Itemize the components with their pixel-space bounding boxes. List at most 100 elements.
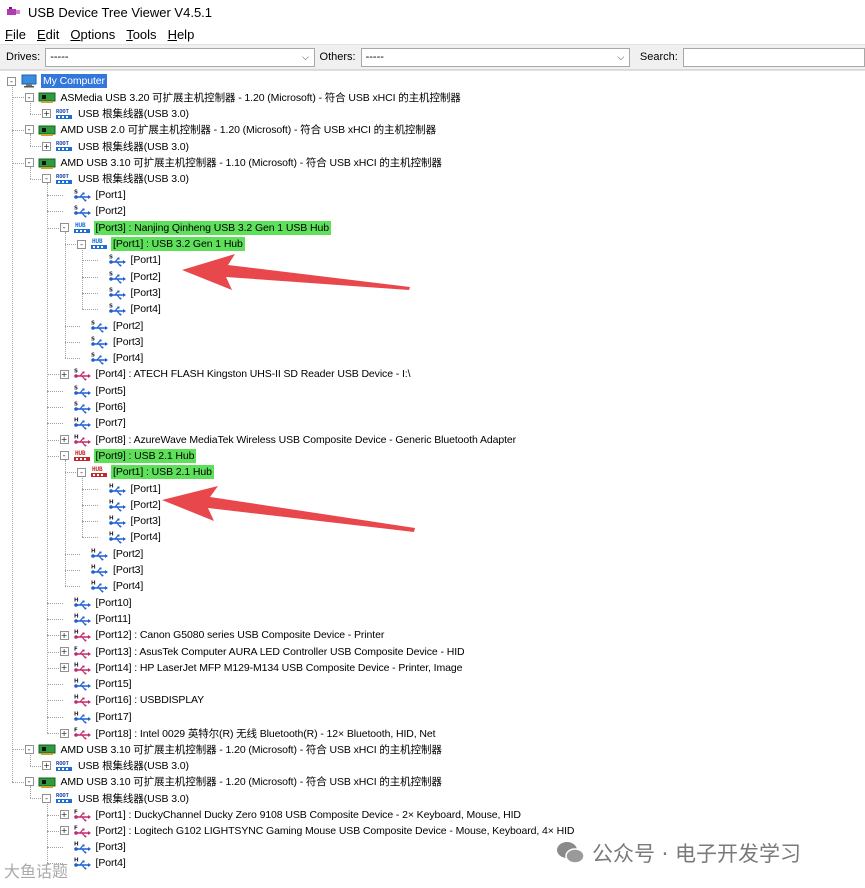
tree-node-label[interactable]: [Port1] : USB 2.1 Hub <box>111 465 214 480</box>
chevron-down-icon[interactable]: ⌵ <box>613 49 629 66</box>
tree-node[interactable]: H [Port15] <box>60 676 134 692</box>
tree-node[interactable]: S [Port1] <box>95 252 163 268</box>
chevron-down-icon[interactable]: ⌵ <box>298 49 314 66</box>
collapse-toggle[interactable]: - <box>77 467 86 477</box>
tree-node[interactable]: H [Port17] <box>60 709 134 725</box>
tree-node[interactable]: - HUB [Port1] : USB 2.1 Hub <box>77 464 214 480</box>
tree-node-label[interactable]: USB 根集线器(USB 3.0) <box>76 170 191 187</box>
tree-node[interactable]: + F [Port13] : AsusTek Computer AURA LED C… <box>59 644 467 660</box>
expand-toggle[interactable]: + <box>59 647 69 656</box>
tree-node-label[interactable]: [Port4] <box>94 856 128 870</box>
tree-node-label[interactable]: [Port12] : Canon G5080 series USB Compos… <box>94 628 387 642</box>
tree-node-label[interactable]: [Port1] : USB 3.2 Gen 1 Hub <box>111 237 245 251</box>
tree-node-label[interactable]: USB 根集线器(USB 3.0) <box>76 105 191 122</box>
tree-node[interactable]: + ROOT USB 根集线器(USB 3.0) <box>42 758 191 774</box>
tree-node[interactable]: + ROOT USB 根集线器(USB 3.0) <box>42 106 191 122</box>
tree-node-label[interactable]: [Port15] <box>94 677 134 691</box>
collapse-toggle[interactable]: - <box>24 125 34 135</box>
menu-item-options[interactable]: Options <box>69 27 116 42</box>
tree-node-label[interactable]: [Port4] <box>111 579 145 593</box>
tree-node[interactable]: H [Port7] <box>60 415 128 431</box>
tree-node-label[interactable]: [Port7] <box>94 416 128 430</box>
tree-node[interactable]: S [Port4] <box>95 301 163 317</box>
tree-node-label[interactable]: AMD USB 2.0 可扩展主机控制器 - 1.20 (Microsoft) … <box>59 121 439 138</box>
tree-node[interactable]: - HUB [Port3] : Nanjing Qinheng USB 3.2 Ge… <box>59 220 331 236</box>
tree-node[interactable]: - AMD USB 2.0 可扩展主机控制器 - 1.20 (Microsoft)… <box>24 121 439 138</box>
expand-toggle[interactable]: + <box>59 826 69 836</box>
expand-toggle[interactable]: + <box>59 435 69 445</box>
tree-node-label[interactable]: [Port2] <box>129 498 163 512</box>
expand-toggle[interactable]: + <box>59 630 69 640</box>
tree-node-label[interactable]: [Port2] <box>111 319 145 333</box>
collapse-toggle[interactable]: - <box>42 793 51 803</box>
tree-node[interactable]: + F [Port18] : Intel 0029 英特尔(R) 无线 Blueto… <box>59 725 438 741</box>
tree-node-label[interactable]: [Port5] <box>94 384 128 398</box>
tree-node-label[interactable]: [Port4] : ATECH FLASH Kingston UHS-II SD… <box>94 367 413 381</box>
tree-node[interactable]: H [Port4] <box>60 855 128 871</box>
tree-node-label[interactable]: [Port4] <box>111 351 145 365</box>
collapse-toggle[interactable]: - <box>24 777 34 787</box>
tree-node[interactable]: S [Port3] <box>95 285 163 301</box>
tree-node[interactable]: + F [Port1] : DuckyChannel Ducky Zero 9108… <box>59 807 523 823</box>
tree-node[interactable]: S [Port2] <box>95 269 163 285</box>
tree-node-label[interactable]: AMD USB 3.10 可扩展主机控制器 - 1.20 (Microsoft)… <box>59 741 444 758</box>
tree-node[interactable]: - AMD USB 3.10 可扩展主机控制器 - 1.20 (Microsoft… <box>24 741 444 758</box>
expand-toggle[interactable]: + <box>42 109 51 119</box>
tree-node[interactable]: + H [Port8] : AzureWave MediaTek Wireless … <box>59 432 519 448</box>
tree-node-label[interactable]: USB 根集线器(USB 3.0) <box>76 138 191 155</box>
tree-node[interactable]: + H [Port12] : Canon G5080 series USB Comp… <box>59 627 387 643</box>
expand-toggle[interactable]: + <box>59 369 69 379</box>
tree-node-label[interactable]: [Port3] <box>94 840 128 854</box>
menu-item-help[interactable]: Help <box>167 27 196 42</box>
expand-toggle[interactable]: + <box>59 728 69 738</box>
menu-item-file[interactable]: File <box>4 27 27 42</box>
collapse-toggle[interactable]: - <box>24 158 34 167</box>
tree-node[interactable]: - HUB [Port1] : USB 3.2 Gen 1 Hub <box>77 236 245 252</box>
tree-node-label[interactable]: [Port1] <box>129 482 163 496</box>
tree-node[interactable]: H [Port10] <box>60 595 134 611</box>
tree-node-label[interactable]: [Port4] <box>129 302 163 316</box>
expand-toggle[interactable]: + <box>42 761 51 771</box>
tree-node-label[interactable]: [Port11] <box>94 612 133 626</box>
device-tree[interactable]: - My Computer - ASMedia USB 3.20 可扩展主机控制器 -… <box>0 70 865 888</box>
tree-node-label[interactable]: [Port2] <box>94 204 128 218</box>
tree-node-label[interactable]: [Port6] <box>94 400 128 414</box>
tree-node-label[interactable]: [Port2] <box>111 547 145 561</box>
drives-combo[interactable]: ----- ⌵ <box>45 47 315 67</box>
tree-node[interactable]: H [Port2] <box>77 546 145 562</box>
tree-node[interactable]: + S [Port4] : ATECH FLASH Kingston UHS-II … <box>59 366 413 382</box>
tree-node[interactable]: - AMD USB 3.10 可扩展主机控制器 - 1.20 (Microsoft… <box>24 773 444 790</box>
collapse-toggle[interactable]: - <box>59 451 69 461</box>
tree-node-label[interactable]: AMD USB 3.10 可扩展主机控制器 - 1.20 (Microsoft)… <box>59 773 444 790</box>
tree-node[interactable]: S [Port4] <box>77 350 145 366</box>
tree-node-label[interactable]: [Port3] <box>129 514 163 528</box>
tree-node-label[interactable]: [Port1] <box>94 188 128 202</box>
tree-node[interactable]: + ROOT USB 根集线器(USB 3.0) <box>42 138 191 154</box>
tree-node-label[interactable]: [Port9] : USB 2.1 Hub <box>93 448 197 463</box>
tree-node-label[interactable]: [Port10] <box>94 596 134 610</box>
tree-node-label[interactable]: AMD USB 3.10 可扩展主机控制器 - 1.10 (Microsoft)… <box>59 154 444 171</box>
tree-node[interactable]: S [Port1] <box>60 187 128 203</box>
expand-toggle[interactable]: + <box>42 141 51 151</box>
tree-node-label[interactable]: [Port3] <box>129 286 163 300</box>
collapse-toggle[interactable]: - <box>77 239 86 249</box>
tree-node-label[interactable]: USB 根集线器(USB 3.0) <box>76 790 191 807</box>
tree-node[interactable]: + H [Port14] : HP LaserJet MFP M129-M134 U… <box>59 660 465 676</box>
tree-node-label[interactable]: [Port16] : USBDISPLAY <box>94 693 207 707</box>
tree-node[interactable]: - ASMedia USB 3.20 可扩展主机控制器 - 1.20 (Micro… <box>24 89 463 105</box>
tree-node[interactable]: H [Port4] <box>77 578 145 594</box>
tree-node-label[interactable]: [Port3] <box>111 563 145 577</box>
tree-node-label[interactable]: USB 根集线器(USB 3.0) <box>76 757 191 774</box>
tree-node[interactable]: - AMD USB 3.10 可扩展主机控制器 - 1.10 (Microsoft… <box>24 154 444 171</box>
tree-node[interactable]: S [Port6] <box>60 399 128 415</box>
tree-node[interactable]: H [Port1] <box>95 481 163 497</box>
collapse-toggle[interactable]: - <box>42 174 51 184</box>
menu-item-edit[interactable]: Edit <box>36 27 60 42</box>
tree-node-label[interactable]: [Port2] : Logitech G102 LIGHTSYNC Gaming… <box>94 824 577 838</box>
expand-toggle[interactable]: + <box>59 663 69 673</box>
tree-node[interactable]: S [Port2] <box>60 203 128 219</box>
tree-node[interactable]: - ROOT USB 根集线器(USB 3.0) <box>42 790 191 806</box>
tree-node-label[interactable]: [Port17] <box>94 710 134 724</box>
tree-node-label[interactable]: [Port4] <box>129 530 163 544</box>
tree-node[interactable]: H [Port3] <box>95 513 163 529</box>
